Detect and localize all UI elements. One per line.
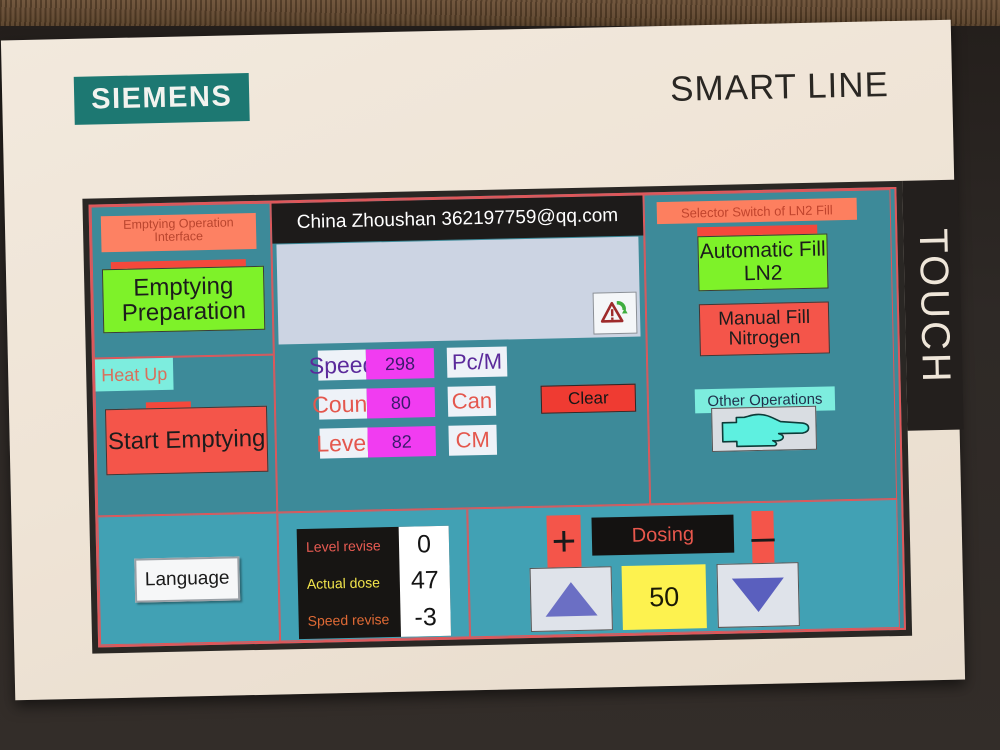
level-revise-label: Level revise [305, 537, 381, 556]
language-section: Language [97, 512, 281, 646]
process-row-speed: Speed 298 Pc/M [309, 346, 508, 381]
speed-unit: Pc/M [446, 346, 508, 378]
level-revise-value: 0 [416, 530, 432, 559]
dosing-decrease-button[interactable] [716, 562, 800, 628]
heat-up-label: Heat Up [94, 357, 174, 392]
dosing-minus-indicator: – [751, 510, 775, 564]
dosing-increase-button[interactable] [529, 566, 613, 633]
triangle-up-icon [544, 581, 598, 617]
actual-dose-value: 47 [410, 566, 440, 596]
dosing-title: Dosing [591, 514, 735, 556]
speed-label: Speed [309, 349, 376, 381]
clear-count-button[interactable]: Clear [540, 383, 637, 414]
speed-revise-value: -3 [414, 603, 438, 632]
dosing-plus-indicator: + [546, 514, 582, 568]
revise-value-column: 0 47 -3 [398, 525, 452, 637]
speed-value[interactable]: 298 [365, 348, 435, 380]
level-value[interactable]: 82 [367, 426, 437, 458]
dosing-section: + Dosing – 50 [467, 498, 900, 638]
touch-bezel-tab: TOUCH [902, 179, 964, 431]
count-unit: Can [447, 385, 497, 417]
automatic-fill-ln2-button[interactable]: Automatic Fill LN2 [697, 233, 829, 292]
actual-dose-label: Actual dose [306, 574, 381, 592]
revise-label-column: Level revise Actual dose Speed revise [297, 527, 401, 639]
emptying-preparation-button[interactable]: Emptying Preparation [101, 265, 266, 334]
touch-label: TOUCH [910, 227, 959, 386]
siemens-logo: SIEMENS [73, 73, 250, 125]
emptying-operation-panel: Emptying Operation Interface Emptying Pr… [90, 202, 278, 517]
count-value[interactable]: 80 [366, 387, 436, 419]
manual-fill-nitrogen-button[interactable]: Manual Fill Nitrogen [698, 301, 830, 357]
process-row-level: Level 82 CM [316, 424, 498, 459]
product-line-label: SMART LINE [669, 65, 890, 109]
warning-acknowledge-icon[interactable] [592, 291, 638, 335]
device-branding-row: SIEMENS SMART LINE [1, 20, 954, 191]
pointing-hand-icon[interactable] [711, 405, 818, 453]
speed-revise-label: Speed revise [307, 610, 390, 629]
start-emptying-section: Heat Up Start Emptying [93, 354, 278, 517]
process-row-count: Count 80 Can Clear [312, 383, 640, 420]
contact-banner: China Zhoushan 362197759@qq.com [271, 195, 644, 244]
level-label: Level [316, 427, 372, 459]
dosing-value[interactable]: 50 [621, 564, 707, 631]
hmi-screen: Emptying Operation Interface Emptying Pr… [88, 186, 906, 648]
emptying-preparation-section: Emptying Operation Interface Emptying Pr… [90, 202, 274, 359]
emptying-operation-header: Emptying Operation Interface [100, 212, 257, 253]
revise-readout-panel: Level revise Actual dose Speed revise 0 … [296, 525, 452, 640]
triangle-down-icon [731, 577, 785, 613]
count-label: Count [312, 388, 374, 420]
level-unit: CM [448, 424, 498, 456]
revise-values-section: Level revise Actual dose Speed revise 0 … [277, 508, 471, 642]
photograph-of-hmi-panel: SIEMENS SMART LINE TOUCH Emptying Operat… [0, 0, 1000, 750]
display-bezel: TOUCH Emptying Operation Interface Empty… [82, 179, 964, 654]
start-emptying-button[interactable]: Start Emptying [104, 405, 269, 476]
language-button[interactable]: Language [134, 556, 241, 603]
hmi-device-enclosure: SIEMENS SMART LINE TOUCH Emptying Operat… [0, 19, 966, 701]
alarm-message-area [276, 236, 641, 345]
process-values-panel: China Zhoushan 362197759@qq.com Speed 29… [270, 194, 651, 513]
ln2-selector-header: Selector Switch of LN2 Fill [656, 197, 858, 225]
bottom-controls-row: Language Level revise Actual dose Speed … [97, 498, 900, 646]
ln2-fill-panel: Selector Switch of LN2 Fill Automatic Fi… [643, 189, 898, 505]
